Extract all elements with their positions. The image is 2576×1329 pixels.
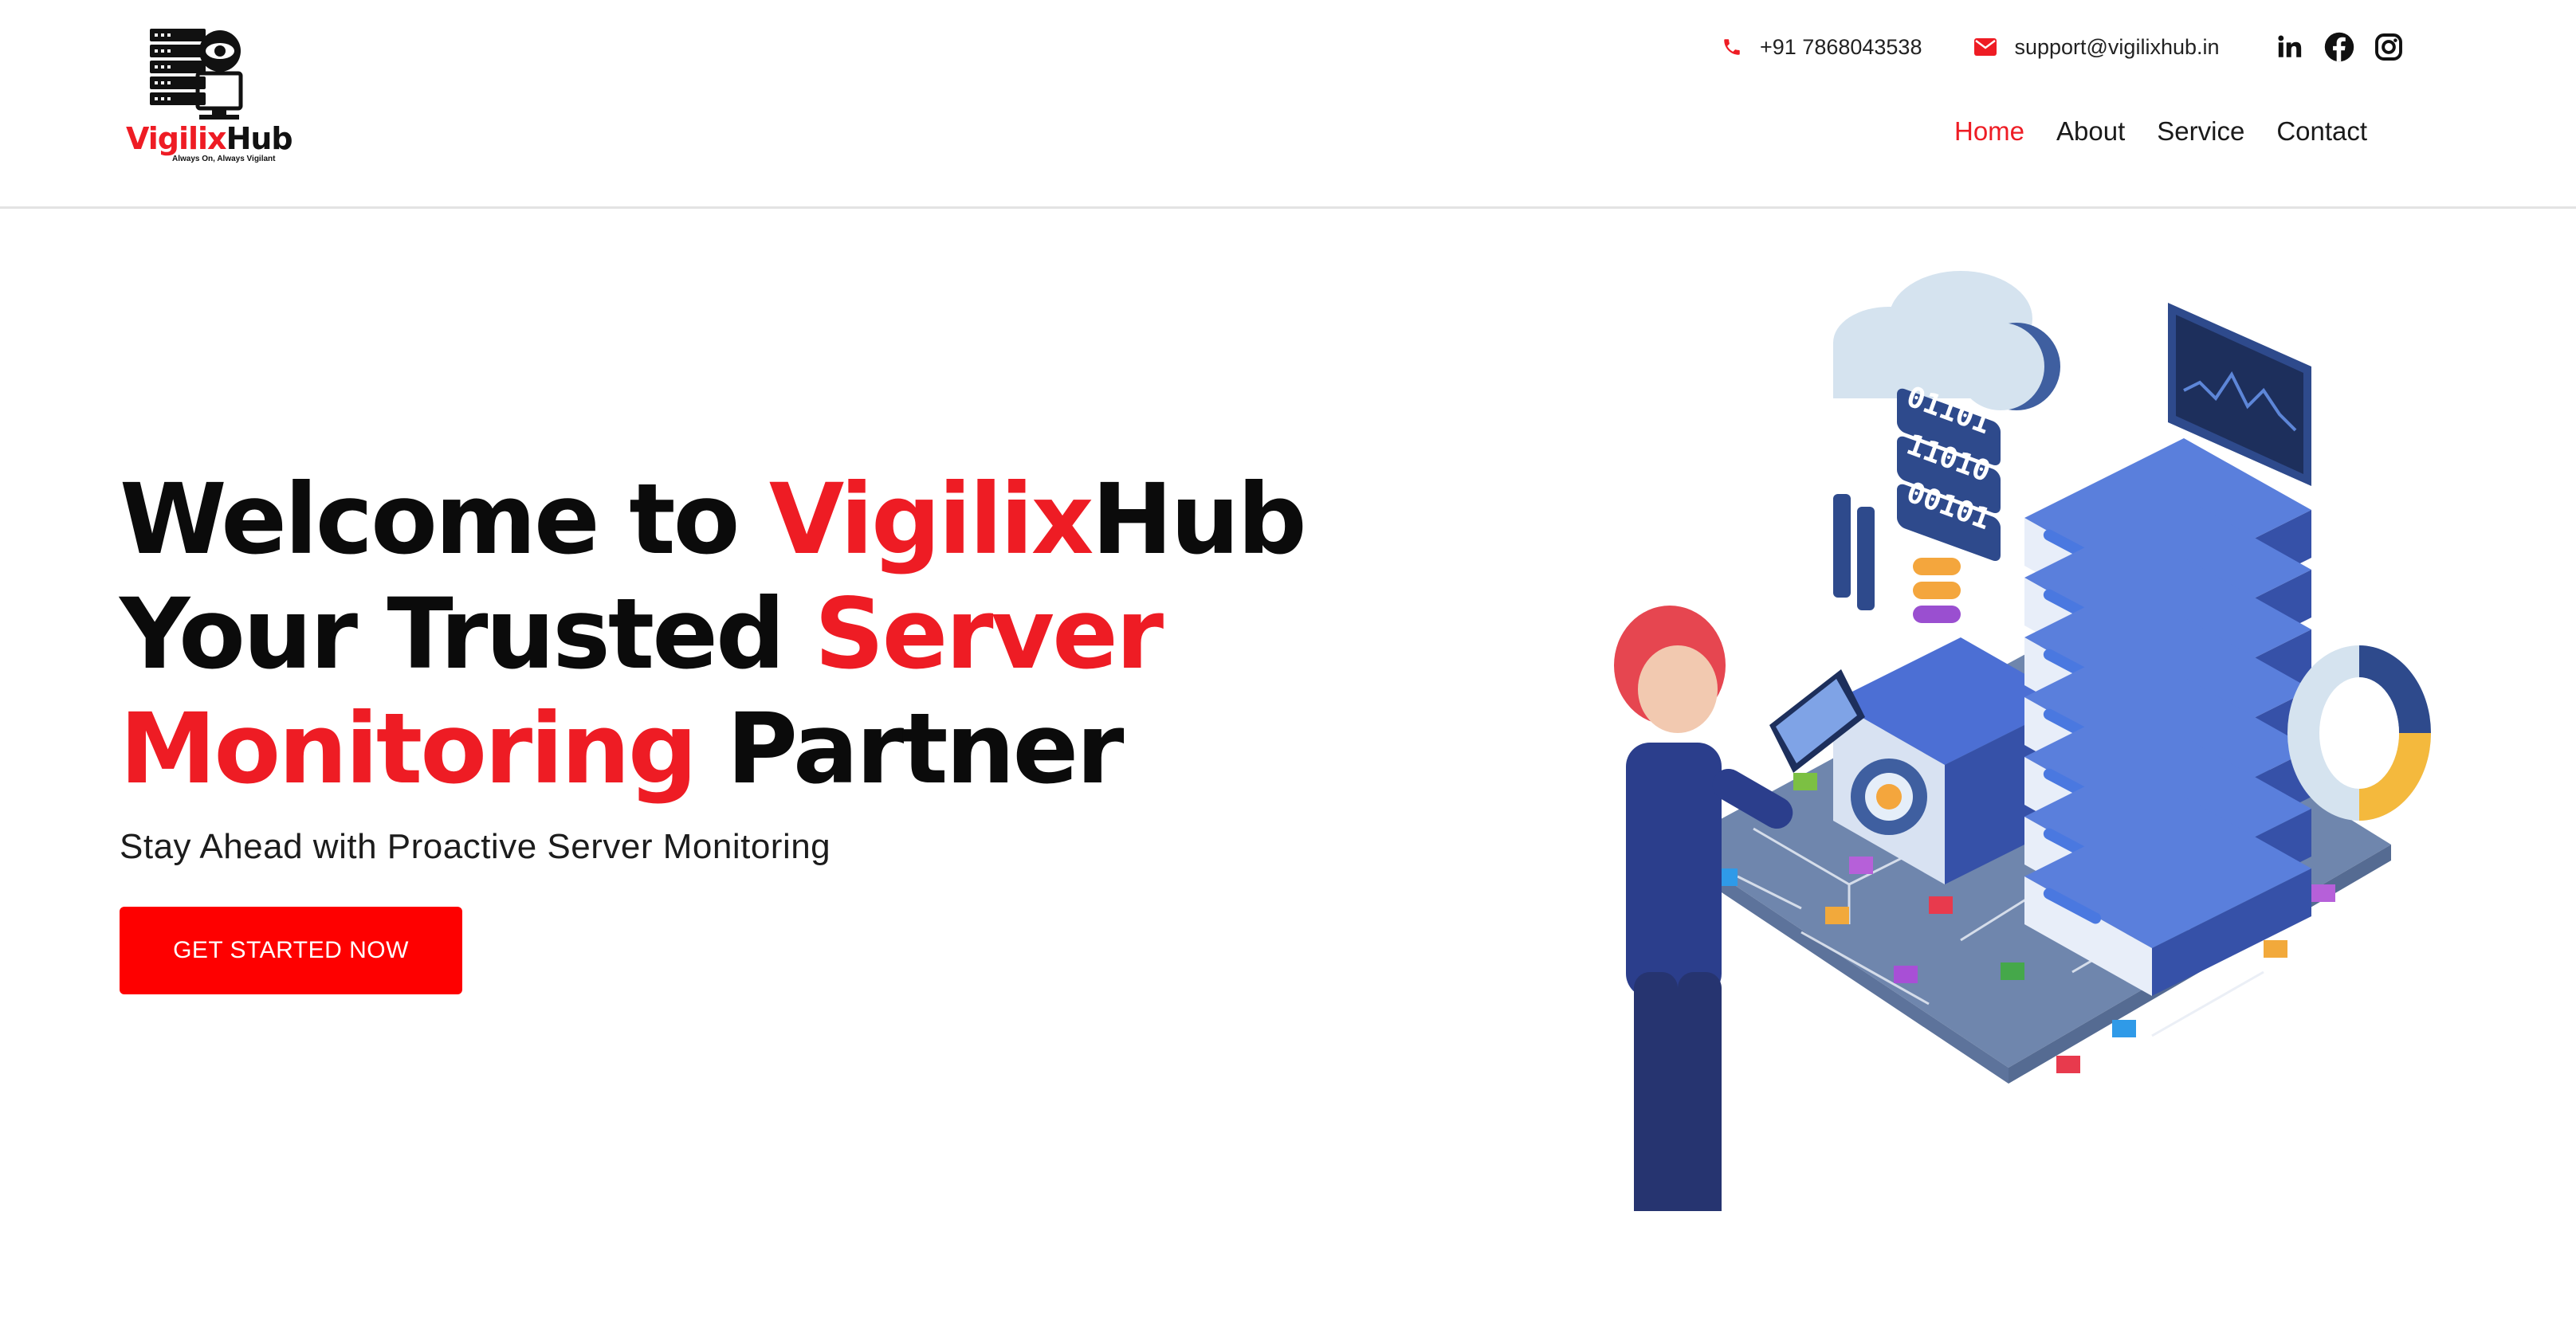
hero-subtitle: Stay Ahead with Proactive Server Monitor… — [120, 827, 831, 866]
get-started-button[interactable]: GET STARTED NOW — [120, 907, 462, 994]
phone-contact[interactable]: +91 7868043538 — [1722, 35, 1922, 60]
status-bars — [1913, 558, 1961, 623]
envelope-icon — [1974, 38, 1997, 56]
email-address: support@vigilixhub.in — [2014, 34, 2220, 59]
site-header: VigilixHub Always On, Always Vigilant +9… — [0, 0, 2576, 209]
facebook-icon[interactable] — [2323, 31, 2355, 63]
phone-number: +91 7868043538 — [1760, 34, 1922, 59]
hero-title-line-2: Your Trusted Server — [120, 578, 1164, 691]
email-contact[interactable]: support@vigilixhub.in — [1974, 34, 2220, 60]
main-nav: Home About Service Contact — [1954, 116, 2399, 147]
contact-bar: +91 7868043538 support@vigilixhub.in — [1722, 29, 2405, 65]
linkedin-icon[interactable] — [2274, 31, 2306, 63]
server-tower — [2024, 438, 2311, 996]
cloud-icon — [1833, 271, 2060, 410]
hero-title: Welcome to VigilixHub Your Trusted Serve… — [120, 462, 1307, 806]
server-eye-icon — [150, 29, 243, 120]
brand-tagline: Always On, Always Vigilant — [172, 155, 276, 163]
donut-chart-icon — [2287, 645, 2431, 821]
nav-item-contact[interactable]: Contact — [2276, 116, 2367, 147]
social-links — [2256, 31, 2405, 63]
nav-item-home[interactable]: Home — [1954, 116, 2024, 147]
nav-item-about[interactable]: About — [2056, 116, 2125, 147]
nav-item-service[interactable]: Service — [2157, 116, 2244, 147]
hero-title-line-3: Monitoring Partner — [120, 692, 1124, 806]
brand-name: VigilixHub — [126, 121, 293, 156]
phone-icon — [1724, 39, 1740, 55]
brand-logo[interactable]: VigilixHub Always On, Always Vigilant — [120, 29, 293, 164]
server-monitoring-illustration: 01101 11010 00101 — [1614, 271, 2431, 1211]
hero-title-line-1: Welcome to VigilixHub — [120, 463, 1307, 576]
instagram-icon[interactable] — [2373, 31, 2405, 63]
